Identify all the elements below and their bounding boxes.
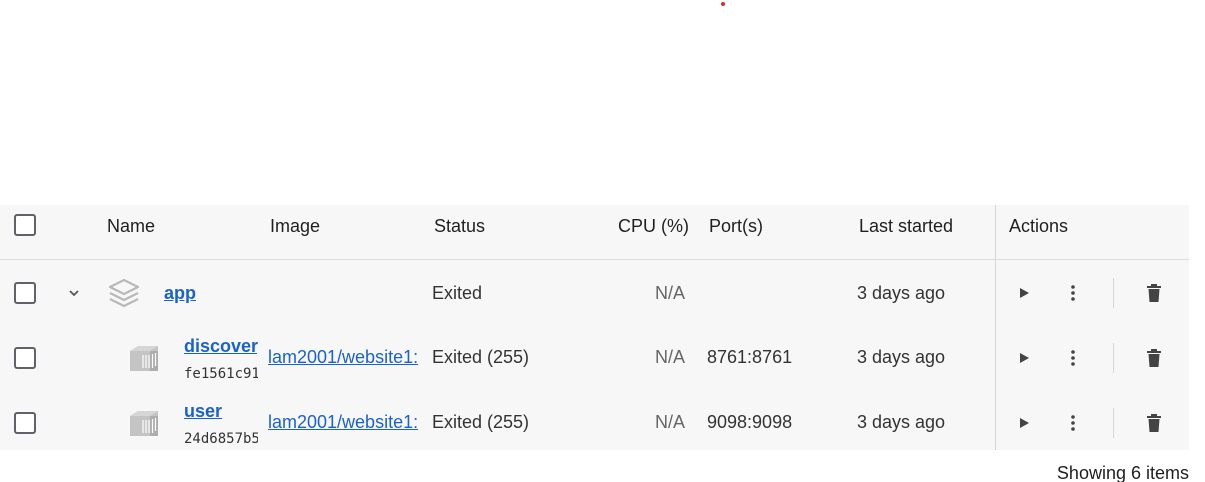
- row-name-link[interactable]: user: [184, 401, 258, 422]
- row-ports: 8761:8761: [707, 347, 793, 367]
- button-separator: [1113, 343, 1114, 373]
- chevron-down-icon[interactable]: [65, 284, 83, 307]
- row-checkbox[interactable]: [14, 347, 36, 369]
- table-row[interactable]: app Exited N/A 3 days ago: [0, 260, 1189, 325]
- row-last-started: 3 days ago: [857, 347, 946, 367]
- table-header: Name Image Status CPU (%) Port(s) Last s…: [0, 205, 1189, 260]
- start-button[interactable]: [1009, 408, 1039, 438]
- row-image-link[interactable]: lam2001/website1:: [268, 347, 423, 368]
- row-name-link[interactable]: discovery: [184, 336, 258, 357]
- table-row[interactable]: discovery fe1561c91 lam2001/website1: Ex…: [0, 325, 1189, 390]
- notification-dot: [721, 2, 725, 6]
- play-icon: [1020, 288, 1029, 298]
- items-count: Showing 6 items: [1056, 463, 1189, 482]
- more-options-button[interactable]: [1058, 278, 1088, 308]
- button-separator: [1113, 278, 1114, 308]
- row-status: Exited (255): [432, 347, 530, 367]
- row-container-id: fe1561c91: [184, 366, 258, 382]
- table-row[interactable]: user 24d6857b5 lam2001/website1: Exited …: [0, 390, 1189, 455]
- trash-icon: [1147, 349, 1161, 367]
- delete-button[interactable]: [1139, 343, 1169, 373]
- column-header-last-started[interactable]: Last started: [859, 216, 953, 237]
- start-button[interactable]: [1009, 278, 1039, 308]
- trash-icon: [1147, 284, 1161, 302]
- delete-button[interactable]: [1139, 408, 1169, 438]
- play-icon: [1020, 418, 1029, 428]
- column-header-name[interactable]: Name: [107, 216, 155, 237]
- kebab-menu-icon: [1071, 415, 1075, 431]
- row-cpu: N/A: [655, 283, 686, 303]
- more-options-button[interactable]: [1058, 408, 1088, 438]
- row-ports: 9098:9098: [707, 412, 793, 432]
- row-checkbox[interactable]: [14, 412, 36, 434]
- row-container-id: 24d6857b5: [184, 431, 258, 447]
- row-status: Exited (255): [432, 412, 530, 432]
- trash-icon: [1147, 414, 1161, 432]
- row-cpu: N/A: [655, 347, 686, 367]
- button-separator: [1113, 408, 1114, 438]
- row-image-link[interactable]: lam2001/website1:: [268, 412, 423, 433]
- kebab-menu-icon: [1071, 350, 1075, 366]
- column-header-actions: Actions: [1009, 216, 1069, 236]
- row-last-started: 3 days ago: [857, 412, 946, 432]
- column-header-image[interactable]: Image: [270, 216, 320, 237]
- column-header-ports[interactable]: Port(s): [709, 216, 763, 237]
- column-header-cpu[interactable]: CPU (%): [618, 216, 689, 237]
- container-icon: [127, 409, 161, 442]
- select-all-checkbox[interactable]: [14, 214, 36, 236]
- row-checkbox[interactable]: [14, 282, 36, 304]
- stack-icon: [107, 278, 141, 313]
- delete-button[interactable]: [1139, 278, 1169, 308]
- column-header-status[interactable]: Status: [434, 216, 485, 237]
- row-last-started: 3 days ago: [857, 283, 946, 303]
- containers-table: Name Image Status CPU (%) Port(s) Last s…: [0, 205, 1189, 450]
- more-options-button[interactable]: [1058, 343, 1088, 373]
- play-icon: [1020, 353, 1029, 363]
- container-icon: [127, 344, 161, 377]
- row-status: Exited: [432, 283, 483, 303]
- start-button[interactable]: [1009, 343, 1039, 373]
- kebab-menu-icon: [1071, 285, 1075, 301]
- row-cpu: N/A: [655, 412, 686, 432]
- row-name-link[interactable]: app: [164, 283, 196, 304]
